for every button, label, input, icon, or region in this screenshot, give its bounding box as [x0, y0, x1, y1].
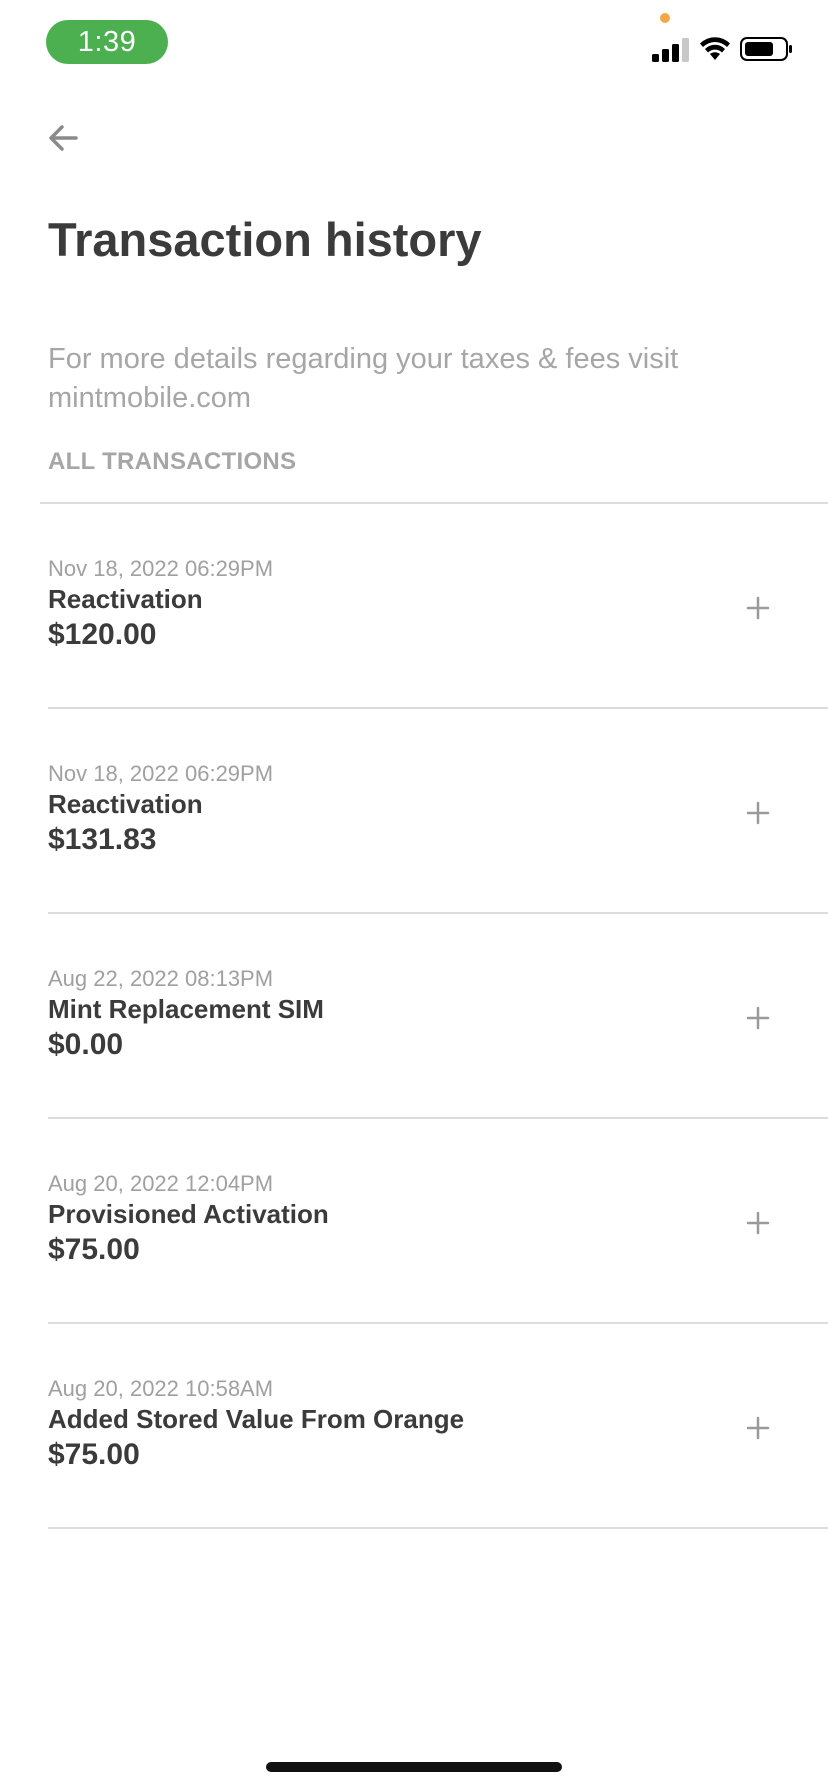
- transaction-list: Nov 18, 2022 06:29PM Reactivation $120.0…: [0, 504, 828, 1529]
- back-button[interactable]: [44, 118, 84, 158]
- transaction-row[interactable]: Nov 18, 2022 06:29PM Reactivation $120.0…: [48, 504, 828, 709]
- transaction-name: Reactivation: [48, 789, 203, 819]
- transaction-row[interactable]: Nov 18, 2022 06:29PM Reactivation $131.8…: [48, 709, 828, 914]
- transaction-date: Aug 20, 2022 10:58AM: [48, 1376, 274, 1401]
- transaction-name: Mint Replacement SIM: [48, 994, 324, 1024]
- transaction-date: Aug 22, 2022 08:13PM: [48, 966, 274, 991]
- transaction-amount: $75.00: [48, 1438, 140, 1471]
- wifi-icon: [700, 37, 730, 60]
- transaction-row[interactable]: Aug 20, 2022 12:04PM Provisioned Activat…: [48, 1119, 828, 1324]
- plus-icon[interactable]: [746, 1211, 770, 1235]
- plus-icon[interactable]: [746, 596, 770, 620]
- transaction-name: Provisioned Activation: [48, 1199, 329, 1229]
- transaction-date: Nov 18, 2022 06:29PM: [48, 761, 274, 786]
- transaction-name: Reactivation: [48, 584, 203, 614]
- transaction-date: Aug 20, 2022 12:04PM: [48, 1171, 274, 1196]
- status-bar: 1:39: [0, 0, 828, 96]
- plus-icon[interactable]: [746, 1006, 770, 1030]
- transaction-row[interactable]: Aug 20, 2022 10:58AM Added Stored Value …: [48, 1324, 828, 1529]
- transaction-date: Nov 18, 2022 06:29PM: [48, 556, 274, 581]
- arrow-left-icon: [49, 125, 78, 151]
- signal-icon: [652, 38, 689, 62]
- transaction-amount: $120.00: [48, 618, 157, 651]
- status-time[interactable]: 1:39: [46, 20, 168, 64]
- plus-icon[interactable]: [746, 1416, 770, 1440]
- home-indicator[interactable]: [266, 1762, 562, 1772]
- privacy-indicator-dot: [660, 13, 670, 23]
- taxes-fees-info-text: For more details regarding your taxes & …: [48, 343, 679, 414]
- transaction-amount: $0.00: [48, 1028, 124, 1061]
- transaction-amount: $131.83: [48, 823, 157, 856]
- page-title: Transaction history: [48, 213, 482, 266]
- all-transactions-heading: ALL TRANSACTIONS: [48, 448, 297, 475]
- battery-icon: [740, 37, 792, 61]
- transaction-row[interactable]: Aug 22, 2022 08:13PM Mint Replacement SI…: [48, 914, 828, 1119]
- plus-icon[interactable]: [746, 801, 770, 825]
- transaction-amount: $75.00: [48, 1233, 140, 1266]
- transaction-name: Added Stored Value From Orange: [48, 1404, 465, 1434]
